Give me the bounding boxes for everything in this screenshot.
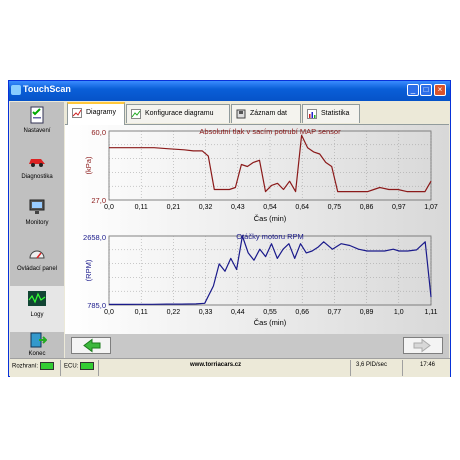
chart2-x-tick-label: 0,0 [104, 309, 114, 316]
chart2-x-tick-label: 0,33 [199, 309, 213, 316]
chart2-x-tick-label: 1,11 [424, 309, 437, 316]
tab-diagramy[interactable]: Diagramy [67, 102, 125, 125]
tab-label: Konfigurace diagramu [145, 110, 214, 117]
website-text: www.torriacars.cz [190, 362, 242, 368]
record-icon [236, 109, 246, 119]
chart1-x-tick-label: 0,54 [263, 204, 277, 211]
tab-label: Diagramy [86, 109, 116, 116]
sidebar-item-label: Konec [28, 351, 46, 357]
sidebar-item-label: Ovládací panel [16, 266, 58, 272]
chart1-y-max-label: 60,0 [91, 128, 106, 137]
charts-area: 0,0 0,11 0,21 0,32 0,43 0,54 0,64 0,75 0,86 0,97 1… [83, 127, 438, 327]
chart1-x-tick-label: 0,11 [135, 204, 148, 211]
tab-bar: Diagramy Konfigurace diagramu Záznam dat… [65, 102, 449, 125]
tab-konfigurace-diagramu[interactable]: Konfigurace diagramu [126, 104, 230, 123]
sidebar-item-label: Monitory [25, 220, 49, 226]
touchscan-window: TouchScan _ □ × Nastavení Diagnostika Mo… [8, 80, 451, 377]
interface-led [40, 362, 55, 370]
chart-config-icon [131, 109, 141, 119]
chart2-x-axis-label: Čas (min) [254, 318, 287, 327]
divider [98, 360, 99, 376]
tab-label: Záznam dat [250, 110, 287, 117]
chart2-x-tick-label: 0,89 [360, 309, 374, 316]
status-bar: Rozhraní: ECU: www.torriacars.cz 3,6 PID… [10, 358, 450, 377]
chart2-y-min-label: 785,0 [87, 301, 106, 310]
log-wave-icon [28, 291, 46, 306]
tab-label: Statistika [321, 110, 350, 117]
sidebar-item-diagnostika[interactable]: Diagnostika [10, 148, 64, 194]
chart1-x-tick-label: 0,64 [295, 204, 309, 211]
chart2-x-tick-label: 0,66 [295, 309, 309, 316]
sidebar-item-nastaveni[interactable]: Nastavení [10, 102, 64, 148]
window-title: TouchScan [23, 84, 71, 94]
chart1-x-tick-label: 0,97 [392, 204, 406, 211]
chart1-y-axis-label: (kPa) [84, 156, 93, 174]
settings-checklist-icon [30, 106, 44, 124]
close-button[interactable]: × [434, 84, 446, 96]
ecu-led [80, 362, 95, 370]
navigation-bar [65, 334, 449, 358]
sidebar-item-label: Nastavení [23, 128, 51, 134]
gauge-icon [29, 250, 45, 259]
tab-statistika[interactable]: Statistika [302, 104, 360, 123]
exit-icon [30, 332, 47, 348]
car-diagnostics-icon [29, 159, 45, 167]
chart1-x-tick-label: 0,32 [199, 204, 213, 211]
minimize-button[interactable]: _ [407, 84, 419, 96]
pid-rate: 3,6 PID/sec [356, 362, 388, 368]
chart-icon [72, 108, 82, 118]
chart1-title: Absolutní tlak v sacím potrubí MAP senso… [199, 127, 341, 136]
ecu-status: ECU: [64, 362, 95, 370]
chart1-x-tick-label: 0,0 [104, 204, 114, 211]
monitor-icon [29, 199, 45, 214]
divider [350, 360, 351, 376]
clock: 17:46 [420, 362, 436, 368]
chart2-title: Otáčky motoru RPM [236, 232, 304, 241]
chart2-x-tick-label: 0,22 [167, 309, 181, 316]
sidebar-item-monitory[interactable]: Monitory [10, 194, 64, 240]
chart1-x-tick-label: 0,86 [360, 204, 374, 211]
chart1-x-tick-label: 0,75 [328, 204, 342, 211]
interface-status: Rozhraní: [12, 362, 55, 370]
chart2-x-tick-label: 1,0 [394, 309, 404, 316]
chart2-x-tick-label: 0,44 [231, 309, 245, 316]
divider [60, 360, 61, 376]
divider [402, 360, 403, 376]
chart2-x-tick-label: 0,11 [135, 309, 148, 316]
previous-button[interactable] [71, 337, 111, 354]
chart1-x-tick-label: 0,43 [231, 204, 245, 211]
sidebar-item-konec[interactable]: Konec [10, 332, 64, 358]
app-icon [11, 85, 21, 95]
chart2-y-axis-label: (RPM) [84, 259, 93, 281]
arrow-right-icon [413, 338, 431, 353]
chart1-x-tick-label: 1,07 [424, 204, 438, 211]
chart2-x-tick-label: 0,55 [263, 309, 277, 316]
maximize-button[interactable]: □ [420, 84, 432, 96]
sidebar-item-logy[interactable]: Logy [10, 286, 64, 332]
tab-zaznam-dat[interactable]: Záznam dat [231, 104, 301, 123]
chart1-x-axis-label: Čas (min) [254, 214, 287, 223]
sidebar: Nastavení Diagnostika Monitory Ovládací … [10, 102, 64, 358]
chart2-series-line [109, 235, 432, 305]
chart1-x-tick-label: 0,21 [167, 204, 181, 211]
interface-label: Rozhraní: [12, 363, 39, 370]
chart2-x-tick-label: 0,77 [328, 309, 342, 316]
next-button[interactable] [403, 337, 443, 354]
chart1-plot-frame [108, 130, 432, 201]
ecu-label: ECU: [64, 363, 79, 370]
sidebar-item-ovladaci-panel[interactable]: Ovládací panel [10, 240, 64, 286]
sidebar-item-label: Diagnostika [21, 174, 53, 180]
sidebar-item-label: Logy [30, 312, 44, 318]
diagram-panel: 0,0 0,11 0,21 0,32 0,43 0,54 0,64 0,75 0,86 0,97 1… [65, 125, 449, 334]
statistics-icon [307, 109, 317, 119]
arrow-left-icon [83, 338, 101, 353]
title-bar: TouchScan _ □ × [9, 81, 450, 101]
chart1-y-min-label: 27,0 [91, 196, 106, 205]
chart2-y-max-label: 2658,0 [83, 233, 106, 242]
